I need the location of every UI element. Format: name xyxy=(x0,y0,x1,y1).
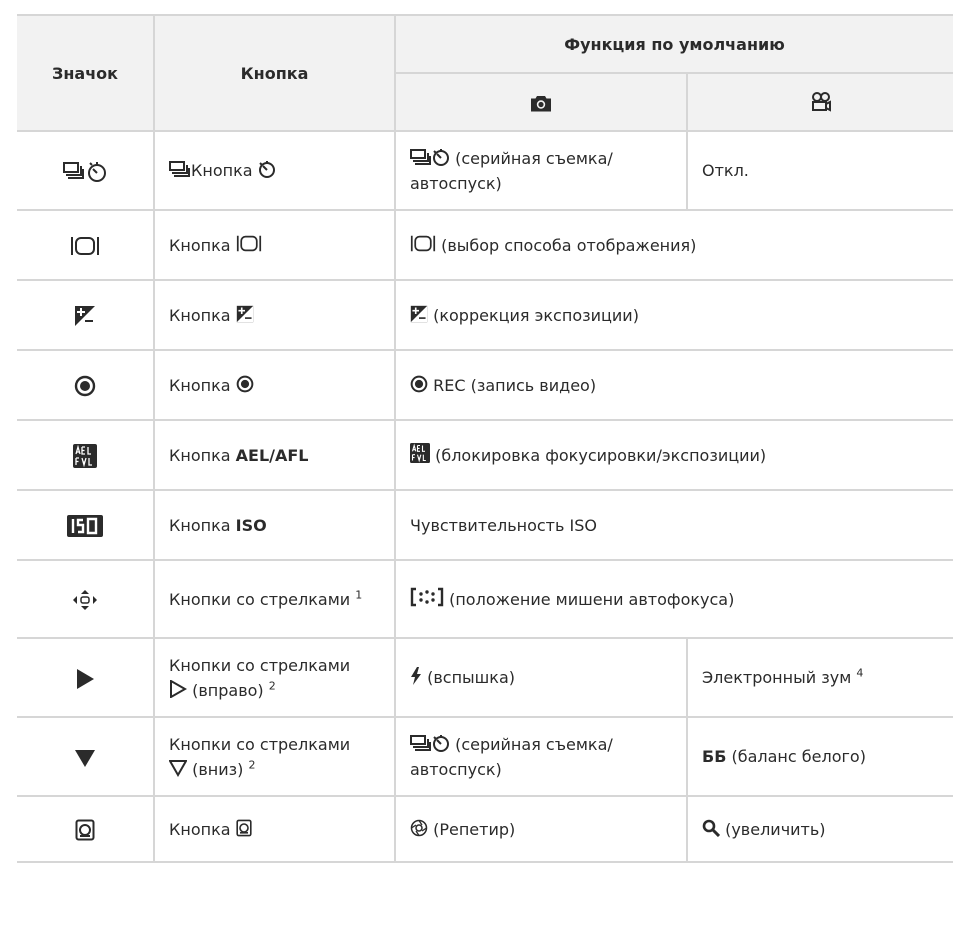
header-photo xyxy=(395,72,688,132)
info-display-icon xyxy=(410,235,436,251)
button-cell: Кнопки со стрелками 1 xyxy=(153,559,396,639)
record-icon xyxy=(410,375,428,392)
record-icon xyxy=(74,375,96,397)
function-cell: (блокировка фокусировки/экспозиции) xyxy=(394,419,953,491)
table-row: Кнопка ISO Чувствительность ISO xyxy=(17,489,953,561)
exposure-compensation-icon xyxy=(410,305,428,322)
button-cell: Кнопка ISO xyxy=(153,489,396,561)
icon-cell xyxy=(17,637,155,718)
icon-cell xyxy=(17,209,155,281)
button-cell: Кнопка xyxy=(153,795,396,863)
right-arrow-icon xyxy=(77,668,94,689)
bracket-button-icon xyxy=(75,819,95,841)
button-cell: Кнопка xyxy=(153,130,396,211)
button-cell: Кнопка AEL/AFL xyxy=(153,419,396,491)
info-display-icon xyxy=(71,237,99,255)
button-function-table: Значок Кнопка Функция по умолчанию Кнопк… xyxy=(17,14,953,863)
icon-cell xyxy=(17,279,155,351)
icon-cell xyxy=(17,559,155,639)
photo-function-cell: (серийная съемка/ автоспуск) xyxy=(394,130,688,211)
function-cell: (коррекция экспозиции) xyxy=(394,279,953,351)
selftimer-icon xyxy=(433,734,449,752)
drive-selftimer-icon xyxy=(63,161,106,182)
video-function-cell: (увеличить) xyxy=(686,795,953,863)
video-function-cell: ББ (баланс белого) xyxy=(686,716,953,797)
button-cell: Кнопки со стрелками (вправо) 2 xyxy=(153,637,396,718)
ael-afl-icon xyxy=(410,442,430,463)
video-function-cell: Откл. xyxy=(686,130,953,211)
icon-cell xyxy=(17,716,155,797)
button-cell: Кнопки со стрелками (вниз) 2 xyxy=(153,716,396,797)
flash-icon xyxy=(411,667,421,685)
header-icon: Значок xyxy=(17,14,155,132)
camera-icon xyxy=(531,95,551,112)
af-target-icon xyxy=(410,587,444,606)
photo-function-cell: (серийная съемка/ автоспуск) xyxy=(394,716,688,797)
drive-icon xyxy=(169,161,190,177)
photo-function-cell: (Репетир) xyxy=(394,795,688,863)
function-cell: REC (запись видео) xyxy=(394,349,953,421)
table-row: Кнопка (коррекция экспозиции) xyxy=(17,279,953,351)
icon-cell xyxy=(17,419,155,491)
exposure-compensation-icon xyxy=(75,306,95,326)
video-function-cell: Электронный зум 4 xyxy=(686,637,953,718)
header-default-function: Функция по умолчанию xyxy=(394,14,953,74)
icon-cell xyxy=(17,349,155,421)
table-row: Кнопки со стрелками (вправо) 2 (вспышка)… xyxy=(17,637,953,718)
header-button: Кнопка xyxy=(153,14,396,132)
record-icon xyxy=(236,375,253,392)
table-row: Кнопка REC (запись видео) xyxy=(17,349,953,421)
shutter-icon xyxy=(410,819,428,836)
button-cell: Кнопка xyxy=(153,279,396,351)
photo-function-cell: (вспышка) xyxy=(394,637,688,718)
icon-cell xyxy=(17,795,155,863)
table-row: Кнопки со стрелками 1 (положение мишени … xyxy=(17,559,953,639)
drive-icon xyxy=(410,148,431,165)
down-arrow-icon xyxy=(75,749,95,767)
function-cell: (выбор способа отображения) xyxy=(394,209,953,281)
movie-camera-icon xyxy=(811,92,831,112)
down-outline-arrow-icon xyxy=(169,759,187,777)
iso-icon xyxy=(67,515,103,537)
function-cell: Чувствительность ISO xyxy=(394,489,953,561)
exposure-compensation-icon xyxy=(236,305,253,322)
ael-afl-icon xyxy=(73,443,97,468)
function-cell: (положение мишени автофокуса) xyxy=(394,559,953,639)
right-outline-arrow-icon xyxy=(170,679,187,698)
selftimer-icon xyxy=(258,161,275,178)
header-video xyxy=(686,72,953,132)
table-row: Кнопка (серийная съемка/ автоспуск) Откл… xyxy=(17,130,953,211)
button-cell: Кнопка xyxy=(153,209,396,281)
table-row: Кнопка AEL/AFL (блокировка фокусировки/э… xyxy=(17,419,953,491)
info-display-icon xyxy=(236,235,261,251)
arrow-pad-icon xyxy=(73,590,97,610)
bracket-button-icon xyxy=(236,819,252,836)
table-row: Кнопки со стрелками (вниз) 2 (серийная с… xyxy=(17,716,953,797)
table-row: Кнопка (Репетир) (увеличить) xyxy=(17,795,953,863)
icon-cell xyxy=(17,130,155,211)
magnify-icon xyxy=(702,819,720,837)
table-row: Кнопка (выбор способа отображения) xyxy=(17,209,953,281)
icon-cell xyxy=(17,489,155,561)
drive-icon xyxy=(410,734,431,751)
selftimer-icon xyxy=(433,148,449,166)
button-cell: Кнопка xyxy=(153,349,396,421)
